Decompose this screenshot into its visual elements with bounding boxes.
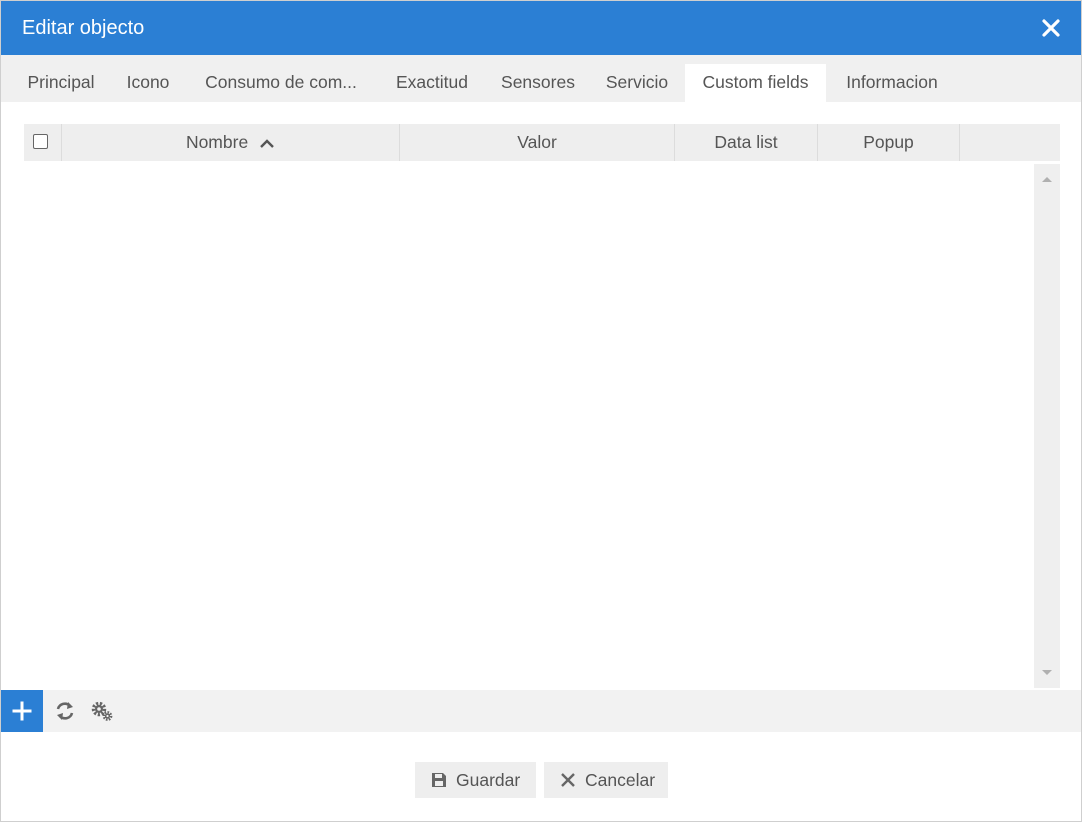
- grid-header: Nombre Valor Data list Popup: [24, 124, 1060, 161]
- close-icon: [1042, 19, 1060, 37]
- plus-icon: [12, 701, 32, 721]
- column-header-nombre[interactable]: Nombre: [62, 124, 399, 161]
- tab-informacion[interactable]: Informacion: [833, 64, 951, 102]
- close-button[interactable]: [1039, 16, 1063, 40]
- vertical-scrollbar[interactable]: [1034, 164, 1060, 688]
- settings-button[interactable]: [90, 700, 113, 722]
- column-label-nombre: Nombre: [185, 132, 249, 152]
- grid-body: [24, 161, 1034, 688]
- tab-bar: Principal Icono Consumo de com... Exacti…: [1, 55, 1081, 102]
- save-button[interactable]: Guardar: [415, 762, 536, 798]
- column-header-data-list[interactable]: Data list: [675, 124, 817, 161]
- tab-servicio[interactable]: Servicio: [595, 64, 679, 102]
- tab-principal[interactable]: Principal: [15, 64, 107, 102]
- select-all-checkbox[interactable]: [33, 134, 48, 149]
- sort-ascending-icon: [260, 139, 274, 148]
- add-button[interactable]: [1, 690, 43, 732]
- column-header-popup[interactable]: Popup: [818, 124, 959, 161]
- column-divider: [959, 124, 960, 161]
- cancel-button[interactable]: Cancelar: [544, 762, 668, 798]
- refresh-button[interactable]: [54, 700, 76, 722]
- refresh-icon: [56, 702, 74, 720]
- gears-icon: [91, 701, 113, 721]
- tab-consumo-de-combustible[interactable]: Consumo de com...: [190, 64, 372, 102]
- save-button-label: Guardar: [456, 770, 521, 790]
- dialog-titlebar: Editar objecto: [1, 1, 1081, 55]
- tab-sensores[interactable]: Sensores: [489, 64, 587, 102]
- scroll-up-icon[interactable]: [1034, 172, 1060, 186]
- tab-icono[interactable]: Icono: [115, 64, 181, 102]
- x-icon: [561, 773, 575, 787]
- cancel-button-label: Cancelar: [585, 770, 656, 790]
- dialog-title: Editar objecto: [22, 17, 145, 39]
- grid-toolbar: [1, 690, 1081, 732]
- tab-exactitud[interactable]: Exactitud: [383, 64, 481, 102]
- scroll-down-icon[interactable]: [1034, 666, 1060, 680]
- edit-object-dialog: Editar objecto Principal Icono Consumo d…: [0, 0, 1082, 822]
- column-header-valor[interactable]: Valor: [400, 124, 674, 161]
- floppy-disk-icon: [432, 773, 446, 787]
- tab-custom-fields[interactable]: Custom fields: [685, 64, 826, 102]
